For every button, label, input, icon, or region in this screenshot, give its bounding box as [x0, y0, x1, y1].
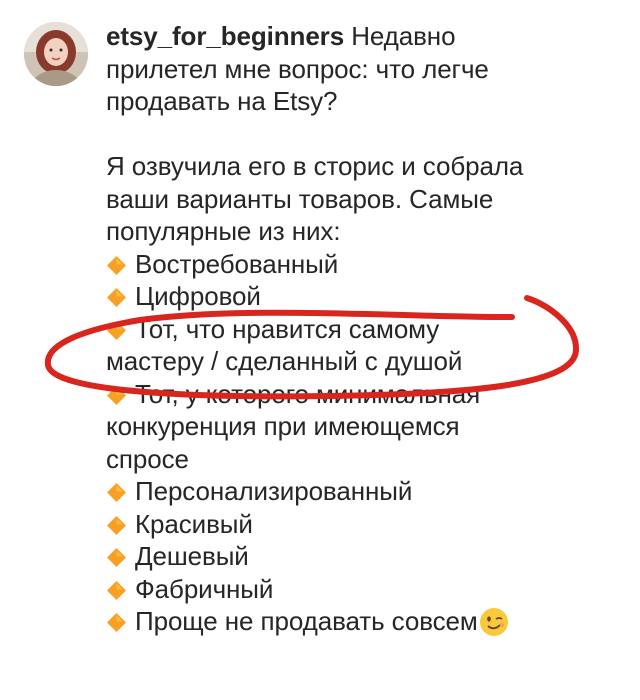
product-list: Востребованный Цифровой Тот, что нравится …: [106, 248, 621, 638]
list-item: Персонализированный: [106, 475, 621, 508]
list-item: Фабричный: [106, 573, 621, 606]
list-item-text: Дешевый: [135, 541, 249, 571]
list-item-text: Тот, у которого минимальная: [135, 378, 481, 409]
caption-line: Я озвучила его в сторис и собрала: [106, 151, 524, 181]
orange-diamond-icon: [107, 483, 126, 502]
caption-line: ваши варианты товаров. Самые: [106, 183, 494, 214]
orange-diamond-icon: [107, 255, 126, 275]
caption-line: прилетел мне вопрос: что легче: [106, 53, 489, 84]
list-item-text: Фабричный: [135, 573, 274, 604]
orange-diamond-icon: [107, 320, 126, 340]
orange-diamond-icon: [107, 515, 126, 535]
avatar[interactable]: [24, 22, 88, 86]
list-item-text: Персонализированный: [135, 476, 413, 506]
list-item: Тот, что нравится самому: [106, 313, 621, 346]
list-item-text: спросе: [106, 443, 189, 474]
orange-diamond-icon: [107, 613, 126, 632]
list-item: Цифровой: [106, 280, 621, 313]
instagram-comment: etsy_for_beginners Недавно прилетел мне …: [0, 0, 640, 700]
orange-diamond-icon: [107, 580, 126, 600]
profile-photo: [24, 22, 88, 86]
list-item-text: Проще не продавать совсем: [135, 606, 478, 636]
list-item-text: конкуренция при имеющемся: [106, 411, 460, 441]
caption-line: etsy_for_beginners Недавно: [106, 20, 621, 53]
winking-face-icon: [479, 608, 508, 636]
list-item-text: мастеру / сделанный с душой: [106, 346, 463, 376]
list-item-text: Востребованный: [135, 248, 339, 279]
list-item-text: Тот, что нравится самому: [135, 313, 440, 344]
orange-diamond-icon: [107, 385, 126, 405]
list-item: Тот, у которого минимальная: [106, 378, 621, 411]
list-item-text: Цифровой: [135, 281, 261, 311]
list-item: Проще не продавать совсем: [106, 605, 621, 638]
username-link[interactable]: etsy_for_beginners: [106, 21, 344, 51]
list-item-text: Красивый: [135, 508, 253, 539]
list-item: спросе: [106, 443, 621, 476]
post-caption: etsy_for_beginners Недавно прилетел мне …: [106, 20, 621, 638]
caption-line: популярные из них:: [106, 216, 341, 246]
caption-line: продавать на Etsy?: [106, 86, 338, 116]
list-item: Красивый: [106, 508, 621, 541]
list-item: Востребованный: [106, 248, 621, 281]
orange-diamond-icon: [107, 548, 126, 567]
caption-text: Недавно: [351, 21, 456, 51]
orange-diamond-icon: [107, 288, 126, 307]
list-item: Дешевый: [106, 540, 621, 573]
list-item: конкуренция при имеющемся: [106, 410, 621, 443]
list-item: мастеру / сделанный с душой: [106, 345, 621, 378]
